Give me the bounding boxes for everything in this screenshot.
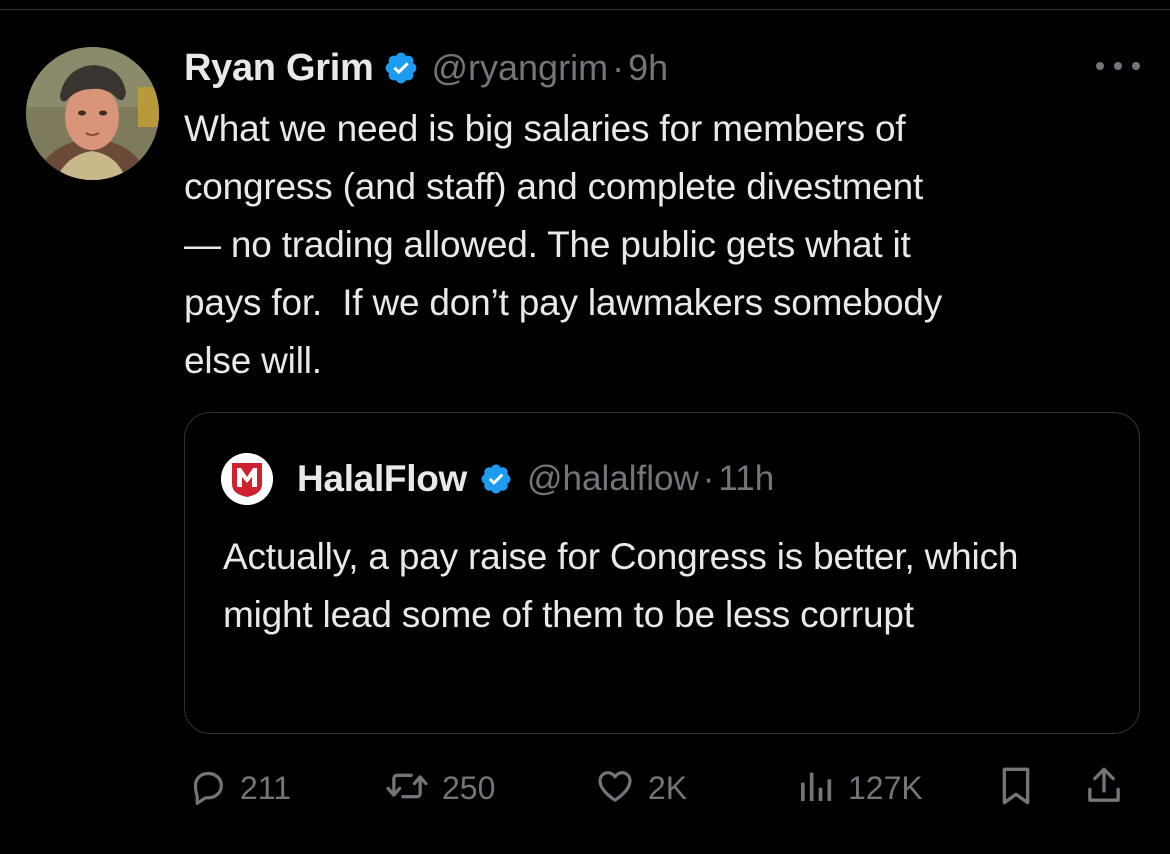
header-separator: · — [612, 47, 625, 88]
quoted-post[interactable]: HalalFlow @halalflow · 11h Actually, a p… — [184, 412, 1140, 734]
quoted-avatar[interactable] — [221, 453, 273, 505]
author-handle[interactable]: @ryangrim — [431, 47, 608, 89]
bookmark-icon — [996, 764, 1036, 813]
top-divider — [0, 9, 1170, 10]
heart-icon — [594, 766, 636, 811]
retweet-icon — [384, 766, 430, 811]
quoted-post-header: HalalFlow @halalflow · 11h — [297, 455, 774, 503]
retweet-button[interactable]: 250 — [384, 760, 495, 816]
like-count: 2K — [648, 769, 688, 806]
quoted-author-handle[interactable]: @halalflow — [527, 459, 699, 499]
halalflow-logo-icon — [221, 453, 273, 505]
like-button[interactable]: 2K — [594, 760, 687, 816]
views-button[interactable]: 127K — [796, 760, 923, 816]
reply-button[interactable]: 211 — [188, 760, 291, 816]
more-icon[interactable] — [1096, 54, 1140, 78]
quoted-header-separator: · — [702, 459, 715, 498]
action-bar: 211 250 2K 127K — [184, 760, 1140, 816]
reply-count: 211 — [240, 769, 292, 806]
avatar[interactable] — [26, 47, 159, 180]
reply-icon — [188, 766, 228, 811]
quoted-post-text: Actually, a pay raise for Congress is be… — [223, 536, 1019, 635]
post-header: Ryan Grim @ryangrim · 9h — [184, 44, 668, 92]
views-count: 127K — [848, 769, 923, 806]
retweet-count: 250 — [442, 769, 496, 806]
verified-badge-icon — [479, 462, 513, 496]
views-icon — [796, 766, 836, 811]
author-name[interactable]: Ryan Grim — [184, 47, 374, 90]
bookmark-button[interactable] — [996, 760, 1036, 816]
share-button[interactable] — [1084, 760, 1124, 816]
avatar-painting-icon — [26, 47, 159, 180]
post-timestamp[interactable]: 9h — [628, 47, 668, 89]
verified-badge-icon — [383, 50, 419, 86]
quoted-author-name[interactable]: HalalFlow — [297, 458, 467, 500]
post-text: What we need is big salaries for members… — [184, 108, 943, 381]
quoted-timestamp[interactable]: 11h — [718, 459, 774, 499]
share-icon — [1084, 764, 1124, 813]
